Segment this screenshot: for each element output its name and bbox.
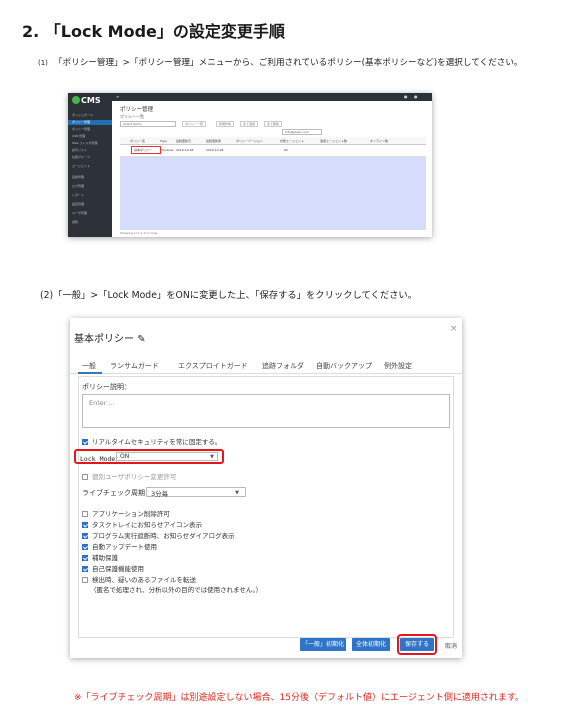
active-tab-indicator	[78, 372, 102, 374]
step2-instruction: (2)「一般」>「Lock Mode」をONに変更した上、「保存する」をクリック…	[40, 290, 418, 301]
toolbar-button[interactable]: 全て適用	[240, 121, 259, 127]
option-note: （匿名で処理され、分析以外の目的では使用されません。）	[90, 586, 263, 594]
option-row[interactable]: プログラム実行遮断時、お知らせダイアログ表示	[82, 530, 235, 540]
close-icon[interactable]: ×	[450, 324, 458, 334]
toolbar-button[interactable]: ポリシー一覧	[182, 121, 207, 127]
footnote: ※「ライブチェック周期」は別途設定しない場合、15分後（デフォルト値）にエージェ…	[74, 693, 524, 703]
checkbox-unchecked[interactable]	[82, 577, 88, 583]
checkbox-checked[interactable]	[82, 544, 88, 550]
description-label: ポリシー説明：	[82, 383, 131, 391]
cms-topbar: ≡ ● ●	[112, 93, 432, 101]
dialog-title: 基本ポリシー ✎	[74, 334, 146, 345]
cms-toolbar: Select Items ポリシー一覧 新規作成 全て適用 全て削除	[120, 121, 426, 128]
tab-exploitguard[interactable]: エクスプロイトガード	[178, 361, 248, 371]
search-input[interactable]: info@jpsec.com	[282, 129, 322, 135]
cancel-button[interactable]: 取消	[445, 641, 457, 650]
option-row[interactable]: 自己保護機能使用	[82, 563, 144, 573]
live-check-label: ライブチェック周期：	[82, 489, 152, 497]
sidebar-item[interactable]: 社員グループ	[72, 155, 110, 160]
option-row[interactable]: タスクトレイにお知らせアイコン表示	[82, 519, 202, 529]
checkbox-unchecked[interactable]	[82, 474, 88, 480]
lock-mode-select[interactable]: ON ▼	[116, 452, 218, 461]
live-check-select[interactable]: 3分毎 ▼	[146, 487, 246, 498]
bell-icon[interactable]: ●	[404, 94, 408, 99]
menu-icon[interactable]: ≡	[116, 94, 119, 99]
tab-auto-backup[interactable]: 自動バックアップ	[316, 361, 372, 371]
reset-general-button[interactable]: 「一般」初期化	[300, 638, 346, 651]
sidebar-item[interactable]: 設定管理	[72, 202, 110, 207]
realtime-checkbox-row[interactable]: リアルタイムセキュリティを常に固定する。	[82, 436, 221, 446]
column-header[interactable]: オンライン数	[370, 139, 388, 143]
step1-text: 「ポリシー管理」>「ポリシー管理」メニューから、ご利用されているポリシー(基本ポ…	[53, 58, 523, 68]
dialog-tabs: 一般 ランサムガード エクスプロイトガード 追跡フォルダ 自動バックアップ 例外…	[70, 356, 462, 374]
step1-number: (1)	[38, 59, 48, 67]
description-input[interactable]: Enter ...	[82, 394, 450, 428]
table-footer: Showing 1 to 1 of 1 rows	[120, 231, 158, 235]
column-header[interactable]: 対象エージェント	[280, 139, 304, 143]
sidebar-item[interactable]: ポリシー管理	[72, 127, 110, 132]
column-header[interactable]: Type	[160, 139, 167, 143]
logo-mark-icon	[72, 96, 80, 104]
column-header[interactable]: 適用エージェント数	[320, 139, 347, 143]
policy-dialog: 基本ポリシー ✎ × 一般 ランサムガード エクスプロイトガード 追跡フォルダ …	[70, 318, 462, 658]
chevron-down-icon: ▼	[210, 454, 214, 460]
step1-instruction: (1) 「ポリシー管理」>「ポリシー管理」メニューから、ご利用されているポリシー(…	[38, 56, 523, 68]
page-title: ポリシー管理	[120, 107, 154, 113]
page-subtitle: ポリシー一覧	[120, 114, 144, 119]
sidebar-item[interactable]: 通知	[72, 220, 110, 225]
sidebar-item[interactable]: 許可リスト	[72, 148, 110, 153]
tab-ransomguard[interactable]: ランサムガード	[110, 361, 159, 371]
checkbox-checked[interactable]	[82, 522, 88, 528]
table-row[interactable]: 基本ポリシー Windows 2019-10-28 2019-10-28 60	[120, 145, 426, 157]
checkbox-checked[interactable]	[82, 566, 88, 572]
toolbar-button[interactable]: 新規作成	[216, 121, 235, 127]
checkbox-checked[interactable]	[82, 439, 88, 445]
option-row[interactable]: アプリケーション削除許可	[82, 508, 170, 518]
sidebar-item-policy[interactable]: ポリシー管理	[68, 120, 112, 125]
column-header[interactable]: 最終更新日	[176, 139, 191, 143]
item-select[interactable]: Select Items	[120, 121, 176, 127]
policy-table-header: ポリシー名 Type 最終更新日 最終更新者 ポリシーバージョン 対象エージェン…	[120, 137, 426, 145]
sidebar-item[interactable]: エージェント	[72, 164, 110, 169]
save-highlight	[397, 634, 437, 655]
user-icon[interactable]: ●	[414, 94, 418, 99]
sidebar-item[interactable]: ユーザ管理	[72, 211, 110, 216]
sidebar-item[interactable]: 資産管理	[72, 175, 110, 180]
checkbox-checked[interactable]	[82, 555, 88, 561]
sidebar-item[interactable]: USB 管理	[72, 134, 110, 139]
toolbar-button[interactable]: 全て削除	[264, 121, 283, 127]
option-row[interactable]: 自動アップデート使用	[82, 541, 157, 551]
updated-date: 2019-10-28	[206, 148, 224, 152]
checkbox-checked[interactable]	[82, 533, 88, 539]
agent-count: 60	[284, 148, 288, 152]
sidebar-item[interactable]: ダッシュボード	[72, 113, 110, 118]
sidebar-item[interactable]: ログ管理	[72, 184, 110, 189]
section-heading: 2. 「Lock Mode」の設定変更手順	[22, 22, 285, 41]
reset-all-button[interactable]: 全体初期化	[352, 638, 390, 651]
selection-area	[120, 157, 426, 230]
chevron-down-icon: ▼	[235, 490, 239, 496]
column-header[interactable]: ポリシーバージョン	[236, 139, 263, 143]
option-row[interactable]: 検出時、疑いのあるファイルを転送	[82, 574, 196, 584]
column-header[interactable]: ポリシー名	[130, 139, 145, 143]
checkbox-unchecked[interactable]	[82, 511, 88, 517]
cms-screenshot: CMS ダッシュボード ポリシー管理 ポリシー管理 USB 管理 Web フィル…	[68, 93, 432, 237]
option-row[interactable]: 補助保護	[82, 552, 118, 562]
tab-general[interactable]: 一般	[82, 361, 96, 371]
individual-user-checkbox-row[interactable]: 個別ユーザポリシー変更許可	[82, 471, 176, 481]
policy-type: Windows	[160, 148, 174, 152]
tab-exceptions[interactable]: 例外設定	[384, 361, 412, 371]
highlight-box	[131, 146, 161, 154]
cms-logo: CMS	[72, 96, 112, 108]
edit-pencil-icon[interactable]: ✎	[137, 334, 145, 345]
sidebar-item[interactable]: レポート	[72, 193, 110, 198]
created-date: 2019-10-28	[176, 148, 194, 152]
column-header[interactable]: 最終更新者	[206, 139, 221, 143]
tab-tracking-folder[interactable]: 追跡フォルダ	[262, 361, 304, 371]
sidebar-item[interactable]: Web フィルタ管理	[72, 141, 110, 146]
